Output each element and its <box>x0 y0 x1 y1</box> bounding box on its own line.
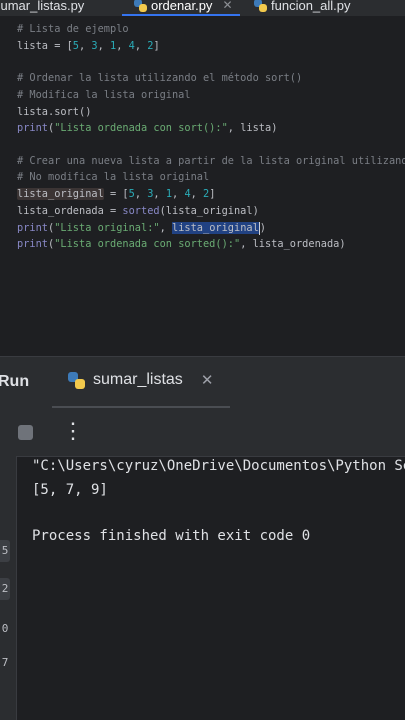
tab-funcion-all[interactable]: funcion_all.py <box>254 0 351 15</box>
soft-wrap-icon[interactable]: 2 <box>0 578 10 600</box>
console-output-line: Process finished with exit code 0 <box>32 528 311 544</box>
tab-sumar-listas[interactable]: sumar_listas.py <box>0 0 84 15</box>
close-tab-icon[interactable]: ✕ <box>222 0 232 12</box>
code-line-12: lista_ordenada = sorted(lista_original) <box>17 205 259 217</box>
console-output-line: [5, 7, 9] <box>32 482 108 498</box>
code-line-7: print("Lista ordenada con sort():", list… <box>17 122 278 134</box>
run-console: ⋮ 5 2 0 7 "C:\Users\cyruz\OneDrive\Docum… <box>0 408 405 720</box>
print-icon[interactable]: 7 <box>0 656 10 669</box>
code-line-2: lista = [5, 3, 1, 4, 2] <box>17 40 160 52</box>
console-output-line: "C:\Users\cyruz\OneDrive\Documentos\Pyth… <box>32 458 405 474</box>
python-file-icon <box>134 0 147 12</box>
code-line-11: lista_original = [5, 3, 1, 4, 2] <box>17 188 216 200</box>
close-run-tab-icon[interactable]: ✕ <box>201 371 214 389</box>
scroll-to-end-icon[interactable]: 0 <box>0 622 10 635</box>
editor-tab-bar: sumar_listas.py ordenar.py ✕ funcion_all… <box>0 0 405 16</box>
console-side-toolbar: 5 2 0 7 <box>0 456 17 720</box>
code-line-13: print("Lista original:", lista_original) <box>17 221 266 235</box>
run-tool-window-header: Run sumar_listas ✕ <box>0 356 405 409</box>
code-line-5: # Modifica la lista original <box>17 89 191 101</box>
tab-label: ordenar.py <box>151 0 213 13</box>
code-line-6: lista.sort() <box>17 106 92 118</box>
run-toolbar: ⋮ <box>0 408 405 457</box>
code-line-1: # Lista de ejemplo <box>17 23 129 35</box>
python-icon <box>68 371 85 389</box>
tab-ordenar[interactable]: ordenar.py ✕ <box>134 0 233 15</box>
text-caret <box>258 221 260 235</box>
selected-text: lista_original <box>172 222 259 234</box>
tab-label: sumar_listas.py <box>0 0 85 13</box>
stop-icon[interactable] <box>18 425 33 440</box>
code-line-9: # Crear una nueva lista a partir de la l… <box>17 155 405 167</box>
code-line-14: print("Lista ordenada con sorted():", li… <box>17 238 346 250</box>
run-panel-title: Run <box>0 373 30 390</box>
code-editor[interactable]: # Lista de ejemplo lista = [5, 3, 1, 4, … <box>0 16 405 356</box>
run-tab-label: sumar_listas <box>93 371 183 388</box>
code-line-4: # Ordenar la lista utilizando el método … <box>17 72 303 84</box>
python-file-icon <box>254 0 267 12</box>
code-line-10: # No modifica la lista original <box>17 171 210 183</box>
tab-label: funcion_all.py <box>271 0 351 13</box>
run-config-tab[interactable]: sumar_listas ✕ <box>68 371 213 389</box>
rerun-icon[interactable]: 5 <box>0 540 10 562</box>
more-options-icon[interactable]: ⋮ <box>62 420 84 442</box>
